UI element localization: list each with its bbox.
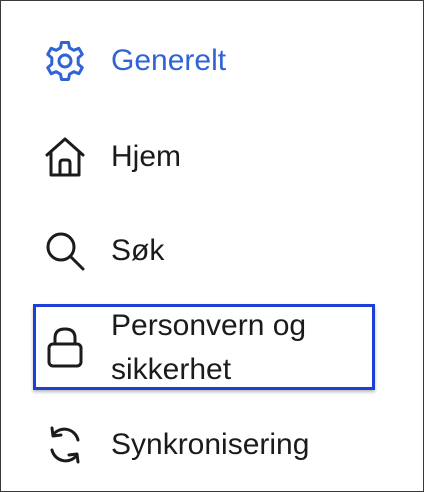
sidebar-item-sync[interactable]: Synkronisering [1, 415, 423, 475]
home-icon [43, 135, 87, 179]
sidebar-item-home[interactable]: Hjem [1, 127, 423, 187]
sidebar-item-general[interactable]: Generelt [1, 31, 423, 91]
gear-icon [43, 39, 87, 83]
sidebar-item-privacy-security[interactable]: Personvern og sikkerhet [1, 306, 423, 388]
settings-sidebar: Generelt Hjem Søk Personvern og sikkerhe… [0, 0, 424, 492]
search-icon [43, 229, 87, 273]
sidebar-item-label: Synkronisering [111, 428, 310, 461]
sidebar-item-label: Søk [111, 234, 165, 267]
sidebar-item-label-line2: sikkerhet [111, 353, 232, 386]
sidebar-item-label: Generelt [111, 44, 227, 77]
sidebar-item-search[interactable]: Søk [1, 221, 423, 281]
sync-icon [43, 423, 87, 467]
lock-icon [43, 326, 87, 370]
sidebar-item-label-line1: Personvern og [111, 309, 307, 342]
sidebar-item-label: Hjem [111, 140, 182, 173]
